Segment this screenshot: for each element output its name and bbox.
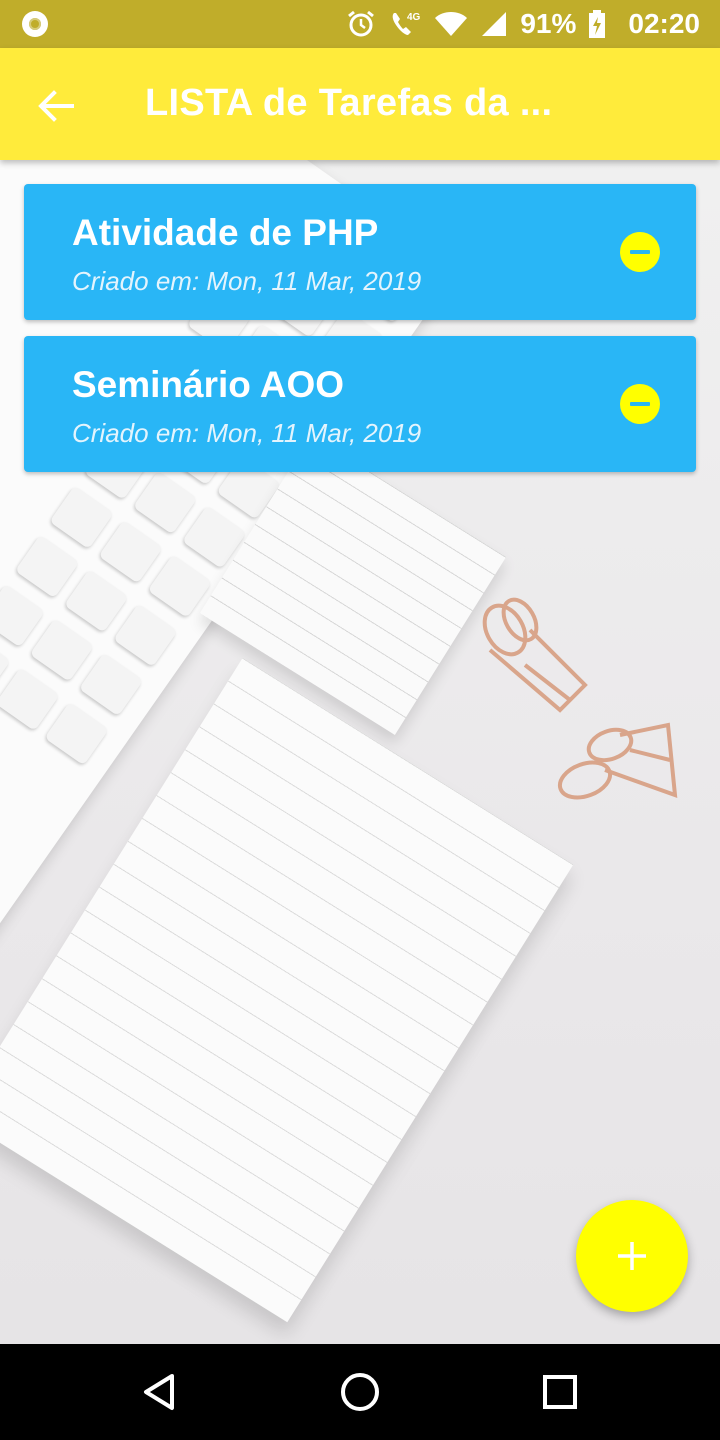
plus-icon (618, 1242, 646, 1270)
arrow-back-icon (38, 90, 74, 122)
remove-circle-icon[interactable] (620, 232, 660, 272)
task-title: Atividade de PHP (72, 212, 379, 253)
binder-clip-photo (557, 722, 678, 800)
status-bar: 4G 91% 02:20 (0, 0, 720, 48)
remove-circle-icon[interactable] (620, 384, 660, 424)
task-card[interactable]: Atividade de PHP Criado em: Mon, 11 Mar,… (24, 184, 696, 320)
signal-icon (482, 12, 507, 36)
system-nav-bar (0, 1344, 720, 1440)
battery-charging-icon (589, 10, 606, 38)
task-title: Seminário AOO (72, 364, 345, 405)
status-icons: 4G 91% 02:20 (346, 0, 700, 48)
call-4g-icon: 4G (393, 12, 421, 35)
nav-back-button[interactable] (136, 1368, 184, 1416)
page-title: LISTA de Tarefas da ... (145, 82, 553, 124)
home-circle-icon (341, 1373, 379, 1411)
back-button[interactable] (28, 78, 84, 134)
task-list: Atividade de PHP Criado em: Mon, 11 Mar,… (24, 184, 696, 488)
alarm-icon (348, 10, 375, 37)
task-date: Criado em: Mon, 11 Mar, 2019 (72, 418, 422, 448)
nav-recents-button[interactable] (536, 1368, 584, 1416)
clock-time: 02:20 (628, 8, 700, 39)
svg-text:4G: 4G (407, 12, 421, 23)
add-task-button[interactable] (576, 1200, 688, 1312)
back-triangle-icon (144, 1374, 174, 1410)
nav-home-button[interactable] (336, 1368, 384, 1416)
recents-square-icon (543, 1375, 577, 1409)
task-date: Criado em: Mon, 11 Mar, 2019 (72, 266, 422, 296)
wifi-icon (435, 12, 468, 36)
notification-dot-icon (22, 11, 48, 37)
battery-percent: 91% (520, 8, 577, 39)
app-bar: LISTA de Tarefas da ... (0, 48, 720, 160)
task-card[interactable]: Seminário AOO Criado em: Mon, 11 Mar, 20… (24, 336, 696, 472)
